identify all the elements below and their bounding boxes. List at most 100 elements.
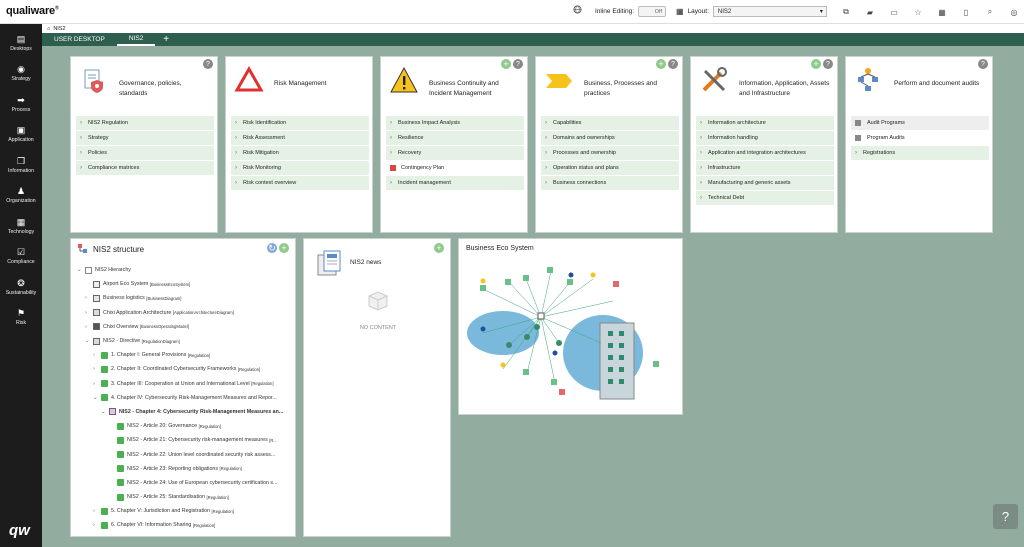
menu-item[interactable]: › Risk Mitigation bbox=[231, 146, 369, 160]
card-title: Business Continuity and Incident Managem… bbox=[429, 80, 499, 97]
refresh-icon[interactable]: ↻ bbox=[267, 243, 277, 253]
globe-icon[interactable] bbox=[573, 5, 582, 16]
add-icon[interactable]: + bbox=[656, 59, 666, 69]
menu-item[interactable]: › Technical Debt bbox=[696, 191, 834, 205]
menu-item[interactable]: › Incident management bbox=[386, 176, 524, 190]
menu-item[interactable]: › Operation status and plans bbox=[541, 161, 679, 175]
menu-item[interactable]: › Domains and ownerships bbox=[541, 131, 679, 145]
menu-item[interactable]: Contingency Plan bbox=[386, 161, 524, 175]
menu-item[interactable]: › Resilience bbox=[386, 131, 524, 145]
menu-item[interactable]: › Information handling bbox=[696, 131, 834, 145]
menu-item[interactable]: › Risk Identification bbox=[231, 116, 369, 130]
menu-item[interactable]: › Risk Assessment bbox=[231, 131, 369, 145]
tree-row[interactable]: NIS2 - Article 21: Cybersecurity risk-ma… bbox=[77, 433, 292, 447]
help-icon[interactable]: ? bbox=[978, 59, 988, 69]
help-icon[interactable]: ? bbox=[203, 59, 213, 69]
tree-row-type: [Regulation] bbox=[192, 522, 216, 528]
breadcrumb-item[interactable]: NIS2 bbox=[53, 26, 65, 32]
tree-row[interactable]: › 2. Chapter II: Coordinated Cybersecurit… bbox=[77, 362, 292, 376]
tree-row[interactable]: ⌄ NIS2 Hierarchy bbox=[77, 263, 292, 277]
tree-row[interactable]: NIS2 - Article 20: Governance [Regulatio… bbox=[77, 419, 292, 433]
menu-item[interactable]: › Recovery bbox=[386, 146, 524, 160]
menu-item-label: Resilience bbox=[398, 134, 424, 141]
tree-row[interactable]: › Chixi Application Architecture [Applica… bbox=[77, 306, 292, 320]
warning-triangle-icon bbox=[234, 65, 264, 92]
tree-row[interactable]: ⌄ 4. Chapter IV: Cybersecurity Risk-Manag… bbox=[77, 391, 292, 405]
menu-item[interactable]: › Application and integration architectur… bbox=[696, 146, 834, 160]
home-icon[interactable]: ⌂ bbox=[47, 26, 50, 32]
tab-user-desktop[interactable]: USER DESKTOP bbox=[42, 33, 117, 46]
menu-item[interactable]: › Business connections bbox=[541, 176, 679, 190]
menu-item[interactable]: › Manufacturing and generic assets bbox=[696, 176, 834, 190]
menu-item[interactable]: › Compliance matrices bbox=[76, 161, 214, 175]
qualiware-logo[interactable]: qualiware® bbox=[6, 5, 59, 17]
menu-item-label: Business Impact Analysis bbox=[398, 119, 461, 126]
tree-row[interactable]: Airport Eco System [BusinessEcoSystem] bbox=[77, 277, 292, 291]
tab-nis2[interactable]: NIS2 bbox=[116, 33, 156, 46]
help-icon[interactable]: ? bbox=[513, 59, 523, 69]
menu-item[interactable]: › Infrastructure bbox=[696, 161, 834, 175]
menu-item[interactable]: Audit Programs bbox=[851, 116, 989, 130]
nav-desktops[interactable]: ▤ Desktops bbox=[0, 28, 42, 59]
card-governance: ? Governance, policies, standards › NIS2 … bbox=[70, 56, 218, 233]
chevron-right-icon: › bbox=[85, 295, 87, 302]
tree-row[interactable]: › 5. Chapter V: Jurisdiction and Registra… bbox=[77, 504, 292, 518]
add-icon[interactable]: + bbox=[501, 59, 511, 69]
menu-item[interactable]: › Strategy bbox=[76, 131, 214, 145]
tree-row[interactable]: › 3. Chapter III: Cooperation at Union an… bbox=[77, 377, 292, 391]
add-icon[interactable]: + bbox=[279, 243, 289, 253]
monitor-icon[interactable]: ▭ bbox=[882, 6, 906, 18]
grid-icon[interactable]: ▦ bbox=[930, 6, 954, 18]
menu-item[interactable]: › Information architecture bbox=[696, 116, 834, 130]
nav-information[interactable]: ❐ Information bbox=[0, 150, 42, 181]
desktops-icon: ▤ bbox=[16, 33, 26, 44]
menu-item[interactable]: › NIS2 Regulation bbox=[76, 116, 214, 130]
menu-item[interactable]: › Policies bbox=[76, 146, 214, 160]
eco-system-diagram[interactable] bbox=[463, 261, 679, 411]
tree-row[interactable]: NIS2 - Article 25: Standardisation [Regu… bbox=[77, 490, 292, 504]
chevron-right-icon: › bbox=[700, 149, 702, 156]
add-tab-button[interactable]: + bbox=[155, 34, 177, 45]
inline-editing-toggle[interactable]: Off bbox=[638, 6, 667, 17]
leaf-icon: ❂ bbox=[17, 277, 25, 288]
layout-select[interactable]: NIS2 ▾ bbox=[712, 6, 827, 17]
add-icon[interactable]: + bbox=[811, 59, 821, 69]
nav-risk[interactable]: ⚑ Risk bbox=[0, 303, 42, 334]
nav-organization[interactable]: ♟ Organization bbox=[0, 181, 42, 212]
tree-row[interactable]: ⌄ NIS2 - Directive [RegulationDiagram] bbox=[77, 334, 292, 348]
menu-item[interactable]: › Capabilities bbox=[541, 116, 679, 130]
tree-row[interactable]: NIS2 - Article 24: Use of European cyber… bbox=[77, 476, 292, 490]
nav-sustainability[interactable]: ❂ Sustainability bbox=[0, 272, 42, 303]
menu-item[interactable]: › Business Impact Analysis bbox=[386, 116, 524, 130]
add-icon[interactable]: + bbox=[434, 243, 444, 253]
menu-item[interactable]: › Risk context overview bbox=[231, 176, 369, 190]
card-business-processes: + ? Business, Processes and practices › C… bbox=[535, 56, 683, 233]
menu-item[interactable]: › Risk Monitoring bbox=[231, 161, 369, 175]
star-icon[interactable]: ☆ bbox=[906, 6, 930, 18]
menu-item[interactable]: › Registrations bbox=[851, 146, 989, 160]
nav-process[interactable]: ➡ Process bbox=[0, 89, 42, 120]
menu-item-label: Program Audits bbox=[867, 134, 905, 141]
tree-row[interactable]: › Chixi Overview [BusinessOperatingModel] bbox=[77, 320, 292, 334]
user-icon[interactable]: ◎ bbox=[1002, 6, 1024, 18]
menu-item[interactable]: Program Audits bbox=[851, 131, 989, 145]
copy-icon[interactable]: ⧉ bbox=[834, 6, 858, 18]
document-icon[interactable]: ▯ bbox=[954, 6, 978, 18]
nav-application[interactable]: ▣ Application bbox=[0, 120, 42, 151]
help-icon[interactable]: ? bbox=[668, 59, 678, 69]
tree-row[interactable]: › 1. Chapter I: General Provisions [Regul… bbox=[77, 348, 292, 362]
nav-strategy[interactable]: ◉ Strategy bbox=[0, 59, 42, 90]
tree-row[interactable]: NIS2 - Article 23: Reporting obligations… bbox=[77, 462, 292, 476]
folder-icon[interactable]: ▰ bbox=[858, 6, 882, 18]
search-icon[interactable]: ⌕ bbox=[978, 6, 1002, 18]
help-corner-button[interactable]: ? bbox=[993, 504, 1018, 529]
nav-compliance[interactable]: ☑ Compliance bbox=[0, 242, 42, 273]
nav-technology[interactable]: ▦ Technology bbox=[0, 211, 42, 242]
tree-row-selected[interactable]: ⌄ NIS2 - Chapter 4: Cybersecurity Risk-Ma… bbox=[77, 405, 292, 419]
tree-row[interactable]: › Business logistics [BusinessDiagram] bbox=[77, 291, 292, 305]
menu-item-label: Risk Assessment bbox=[243, 134, 285, 141]
help-icon[interactable]: ? bbox=[823, 59, 833, 69]
tree-row[interactable]: › 6. Chapter VI: Information Sharing [Reg… bbox=[77, 518, 292, 532]
tree-row[interactable]: NIS2 - Article 22: Union level coordinat… bbox=[77, 447, 292, 461]
menu-item[interactable]: › Processes and ownership bbox=[541, 146, 679, 160]
